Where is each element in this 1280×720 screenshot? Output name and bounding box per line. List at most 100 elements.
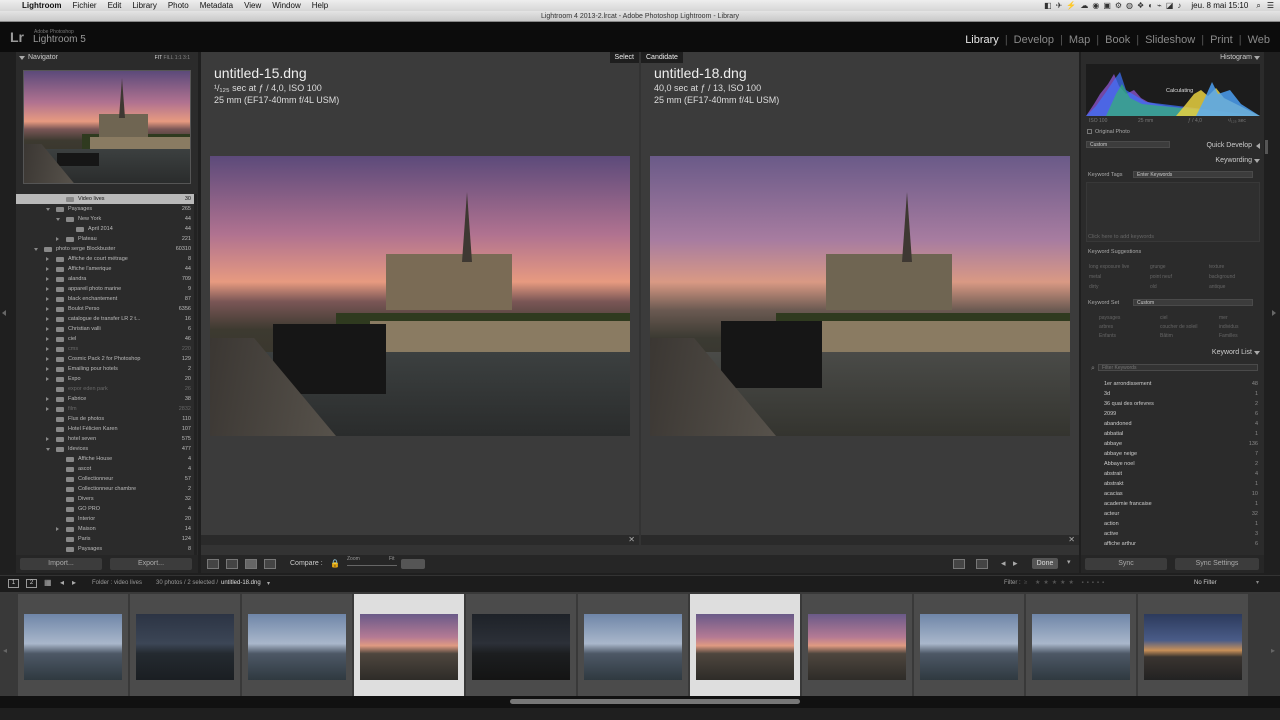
folder-row[interactable]: alandra 709 bbox=[16, 274, 194, 284]
keyword-row[interactable]: 36 quai des orfevres 2 bbox=[1104, 399, 1258, 409]
keyword-suggestion[interactable]: dirty bbox=[1089, 284, 1098, 290]
disclosure-closed-icon[interactable] bbox=[46, 337, 49, 341]
folder-row[interactable]: April 2014 44 bbox=[16, 224, 194, 234]
navigator-preview[interactable] bbox=[23, 70, 191, 184]
folder-row[interactable]: Expo 20 bbox=[16, 374, 194, 384]
keyword-suggestion[interactable]: point neuf bbox=[1150, 274, 1172, 280]
close-icon[interactable]: ✕ bbox=[1068, 535, 1075, 544]
folder-row[interactable]: Plateau 221 bbox=[16, 234, 194, 244]
menu-view[interactable]: View bbox=[244, 1, 261, 10]
select-pane[interactable]: Select untitled-15.dng ¹/₁₂₅ sec at ƒ / … bbox=[201, 52, 639, 545]
module-library[interactable]: Library bbox=[965, 34, 999, 46]
disclosure-closed-icon[interactable] bbox=[56, 237, 59, 241]
folder-row[interactable]: ciel 46 bbox=[16, 334, 194, 344]
disclosure-closed-icon[interactable] bbox=[46, 287, 49, 291]
close-icon[interactable]: ✕ bbox=[628, 535, 635, 544]
folder-row[interactable]: Boulot Perso 6356 bbox=[16, 304, 194, 314]
keyword-suggestion[interactable]: background bbox=[1209, 274, 1235, 280]
disclosure-closed-icon[interactable] bbox=[46, 437, 49, 441]
keyword-set-item[interactable]: coucher de soleil bbox=[1160, 324, 1198, 330]
keyword-row[interactable]: action 1 bbox=[1104, 519, 1258, 529]
module-develop[interactable]: Develop bbox=[1014, 34, 1054, 46]
filmstrip-thumbnail[interactable] bbox=[578, 594, 688, 706]
folder-row[interactable]: Idevices 477 bbox=[16, 444, 194, 454]
folder-row[interactable]: Paysages 8 bbox=[16, 544, 194, 554]
module-web[interactable]: Web bbox=[1248, 34, 1270, 46]
back-arrow-icon[interactable]: ◂ bbox=[60, 578, 64, 587]
filmstrip-source[interactable]: Folder : video lives bbox=[92, 580, 142, 586]
monitor-1-icon[interactable]: 1 bbox=[8, 579, 19, 588]
keyword-set-select[interactable]: Custom bbox=[1133, 299, 1253, 306]
folder-row[interactable]: photo serge Blockbuster 60310 bbox=[16, 244, 194, 254]
forward-arrow-icon[interactable]: ▸ bbox=[72, 578, 76, 587]
keyword-suggestion[interactable]: metal bbox=[1089, 274, 1101, 280]
filmstrip-thumbnail[interactable] bbox=[690, 594, 800, 706]
folder-row[interactable]: Interior 20 bbox=[16, 514, 194, 524]
monitor-2-icon[interactable]: 2 bbox=[26, 579, 37, 588]
folder-row[interactable]: catalogue de transfer LR 2 t... 16 bbox=[16, 314, 194, 324]
disclosure-open-icon[interactable] bbox=[46, 208, 50, 211]
filmstrip-scrollbar[interactable] bbox=[0, 696, 1280, 708]
filmstrip-thumbnail[interactable] bbox=[354, 594, 464, 706]
folder-row[interactable]: Affiche House 4 bbox=[16, 454, 194, 464]
loupe-view-icon[interactable] bbox=[226, 559, 238, 569]
menu-library[interactable]: Library bbox=[132, 1, 156, 10]
keyword-row[interactable]: Abbaye noel 2 bbox=[1104, 459, 1258, 469]
keyword-set-item[interactable]: individus bbox=[1219, 324, 1238, 330]
rating-filter[interactable]: ≥ ★★★★★ ▪▪▪▪▪ bbox=[1024, 579, 1107, 586]
menubar-clock[interactable]: jeu. 8 mai 15:10 bbox=[1191, 1, 1248, 10]
disclosure-closed-icon[interactable] bbox=[46, 407, 49, 411]
export-button[interactable]: Export... bbox=[110, 558, 192, 570]
navigator-header[interactable]: Navigator FIT FILL 1:1 3:1 bbox=[16, 52, 198, 64]
keyword-row[interactable]: 2099 6 bbox=[1104, 409, 1258, 419]
filmstrip-left-arrow-icon[interactable]: ◂ bbox=[3, 646, 7, 655]
menu-metadata[interactable]: Metadata bbox=[200, 1, 233, 10]
folder-row[interactable]: Collectionneur chambre 2 bbox=[16, 484, 194, 494]
filmstrip-thumbnail[interactable] bbox=[466, 594, 576, 706]
filmstrip-filename-arrow-icon[interactable]: ▾ bbox=[267, 580, 270, 587]
filmstrip-scroll-thumb[interactable] bbox=[510, 699, 800, 704]
filmstrip-thumbnail[interactable] bbox=[18, 594, 128, 706]
keyword-row[interactable]: 1er arrondissement 48 bbox=[1104, 379, 1258, 389]
keywording-header[interactable]: Keywording bbox=[1081, 155, 1264, 167]
keyword-tags-select[interactable]: Enter Keywords bbox=[1133, 171, 1253, 178]
filmstrip-thumbnail[interactable] bbox=[1026, 594, 1136, 706]
sync-button-small[interactable] bbox=[401, 559, 425, 569]
disclosure-closed-icon[interactable] bbox=[46, 257, 49, 261]
disclosure-closed-icon[interactable] bbox=[46, 397, 49, 401]
folder-row[interactable]: Hotel Félicien Karen 107 bbox=[16, 424, 194, 434]
keyword-list-header[interactable]: Keyword List bbox=[1081, 347, 1264, 359]
menu-help[interactable]: Help bbox=[312, 1, 328, 10]
keyword-row[interactable]: 3d 1 bbox=[1104, 389, 1258, 399]
sync-button[interactable]: Sync bbox=[1085, 558, 1167, 570]
folder-row[interactable]: appareil photo marine 9 bbox=[16, 284, 194, 294]
disclosure-closed-icon[interactable] bbox=[46, 267, 49, 271]
folder-row[interactable]: Flux de photos 110 bbox=[16, 414, 194, 424]
keyword-row[interactable]: abbaye neige 7 bbox=[1104, 449, 1258, 459]
folder-row[interactable]: Maison 14 bbox=[16, 524, 194, 534]
module-book[interactable]: Book bbox=[1105, 34, 1130, 46]
spotlight-icon[interactable]: ⌕ bbox=[1256, 1, 1260, 11]
folders-scrollbar[interactable] bbox=[194, 194, 197, 555]
disclosure-closed-icon[interactable] bbox=[46, 277, 49, 281]
import-button[interactable]: Import... bbox=[20, 558, 102, 570]
folder-row[interactable]: Affiche l'amerique 44 bbox=[16, 264, 194, 274]
disclosure-closed-icon[interactable] bbox=[46, 317, 49, 321]
keyword-suggestion[interactable]: texture bbox=[1209, 264, 1224, 270]
filmstrip-thumbnail[interactable] bbox=[914, 594, 1024, 706]
menu-app[interactable]: Lightroom bbox=[22, 1, 62, 10]
saved-preset-select[interactable]: Custom bbox=[1086, 141, 1170, 148]
right-scrollbar[interactable] bbox=[1265, 140, 1268, 154]
folder-row[interactable]: ascot 4 bbox=[16, 464, 194, 474]
folder-row[interactable]: film 2832 bbox=[16, 404, 194, 414]
select-photo[interactable] bbox=[210, 156, 630, 436]
histogram-header[interactable]: Histogram bbox=[1081, 52, 1264, 64]
right-panel-toggle-icon[interactable] bbox=[1272, 310, 1276, 316]
module-slideshow[interactable]: Slideshow bbox=[1145, 34, 1195, 46]
zoom-1-1[interactable]: 1:1 bbox=[175, 55, 182, 61]
histogram[interactable]: Calculating bbox=[1086, 64, 1260, 116]
next-arrow-icon[interactable]: ▸ bbox=[1013, 558, 1018, 569]
candidate-pane[interactable]: Candidate untitled-18.dng 40,0 sec at ƒ … bbox=[641, 52, 1079, 545]
keyword-set-item[interactable]: mer bbox=[1219, 315, 1228, 321]
folder-row[interactable]: New York 44 bbox=[16, 214, 194, 224]
